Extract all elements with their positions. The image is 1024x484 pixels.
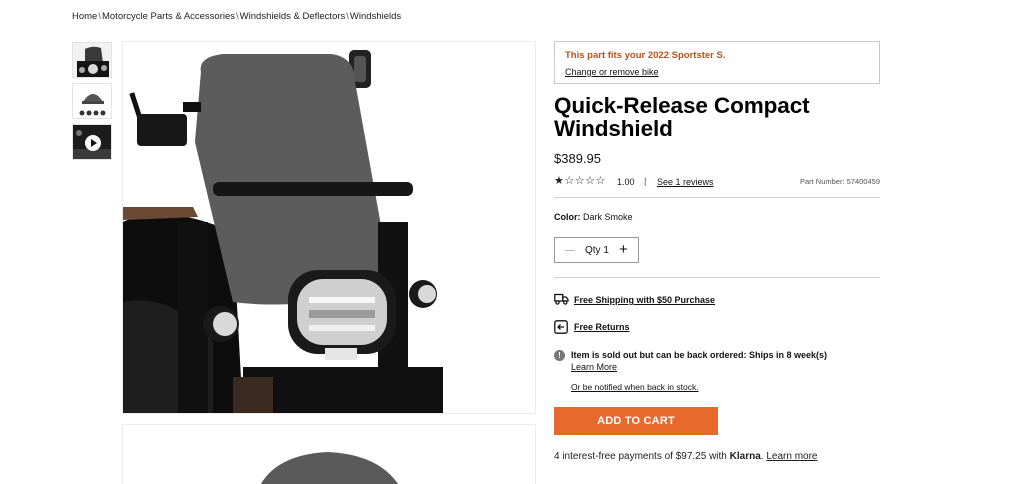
windshield-hardware-thumbnail [73,84,111,118]
stock-learn-more-link[interactable]: Learn More [571,362,617,372]
klarna-learn-more-link[interactable]: Learn more [766,451,817,462]
star-empty-icon: ☆ [564,175,575,187]
info-icon: ! [554,350,565,361]
see-reviews-link[interactable]: See 1 reviews [657,177,714,187]
free-returns-link[interactable]: Free Returns [574,322,630,332]
breadcrumb-windshields-deflectors[interactable]: Windshields & Deflectors [240,11,346,22]
truck-icon [554,293,569,305]
klarna-period: . [760,451,764,462]
change-bike-link[interactable]: Change or remove bike [565,67,659,77]
thumbnail-video[interactable] [72,124,112,160]
rating-divider: | [644,176,647,186]
product-secondary-image[interactable] [122,424,536,484]
stock-message: Item is sold out but can be back ordered… [571,350,828,360]
product-title: Quick-Release Compact Windshield [554,93,810,141]
klarna-financing: 4 interest-free payments of $97.25 with … [554,451,817,462]
rating-row: ★☆☆☆☆ 1.00 | See 1 reviews Part Number: … [554,176,880,188]
breadcrumb-home[interactable]: Home [72,11,97,22]
return-arrow-icon [554,320,568,334]
star-empty-icon: ☆ [595,175,606,187]
color-value: Dark Smoke [583,212,633,222]
plus-icon[interactable]: + [619,242,628,257]
fitment-notice: This part fits your 2022 Sportster S. Ch… [554,41,880,84]
quantity-display: Qty 1 [585,245,609,256]
quantity-label: Qty [585,245,601,256]
breadcrumb: Home\Motorcycle Parts & Accessories\Wind… [72,11,401,22]
fitment-text: This part fits your 2022 Sportster S. [565,50,726,61]
thumbnail-windshield-bike[interactable] [72,42,112,78]
thumbnail-list [72,42,112,165]
color-selection: Color: Dark Smoke [554,212,633,222]
breadcrumb-separator: \ [346,11,349,22]
breadcrumb-separator: \ [98,11,101,22]
windshield-detached-image [123,425,535,484]
windshield-motorcycle-image [123,42,535,413]
free-shipping-link[interactable]: Free Shipping with $50 Purchase [574,295,715,305]
product-main-image[interactable] [122,41,536,414]
notify-back-in-stock-link[interactable]: Or be notified when back in stock. [571,382,699,392]
minus-icon[interactable] [565,250,575,251]
thumbnail-windshield-hardware[interactable] [72,83,112,119]
breadcrumb-separator: \ [236,11,239,22]
klarna-text: 4 interest-free payments of $97.25 with [554,451,727,462]
part-number: Part Number: 57400459 [799,177,880,186]
add-to-cart-button[interactable]: ADD TO CART [554,407,718,435]
play-icon [85,135,101,151]
product-price: $389.95 [554,151,601,166]
star-filled-icon: ★ [554,175,565,187]
quantity-stepper: Qty 1 + [554,237,639,263]
divider [554,197,880,198]
star-empty-icon: ☆ [574,175,586,187]
breadcrumb-motorcycle-parts[interactable]: Motorcycle Parts & Accessories [102,11,235,22]
star-empty-icon: ☆ [585,175,596,187]
color-label: Color: [554,212,581,222]
breadcrumb-windshields[interactable]: Windshields [350,11,401,22]
divider [554,277,880,278]
star-rating[interactable]: ★☆☆☆☆ [554,176,606,187]
klarna-brand: Klarna [729,451,761,462]
windshield-bike-thumbnail [73,43,111,77]
rating-value: 1.00 [617,177,635,187]
quantity-value: 1 [603,245,609,256]
